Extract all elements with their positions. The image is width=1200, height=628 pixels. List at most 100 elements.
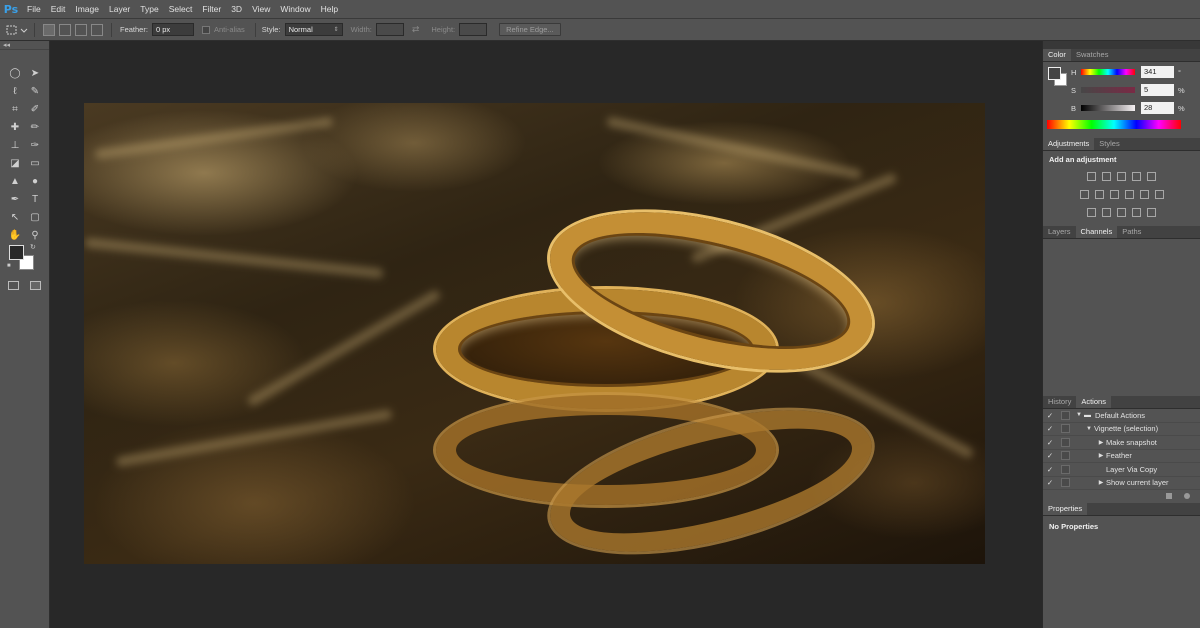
eyedropper-tool-icon[interactable]: ✐ bbox=[25, 100, 45, 118]
type-tool-icon[interactable]: T bbox=[25, 190, 45, 208]
action-row[interactable]: ✓ ▼ Vignette (selection) bbox=[1043, 423, 1200, 436]
action-row[interactable]: ✓ ▶ Feather bbox=[1043, 450, 1200, 463]
tab-color[interactable]: Color bbox=[1043, 49, 1071, 61]
menu-window[interactable]: Window bbox=[275, 0, 315, 19]
height-input[interactable] bbox=[459, 23, 488, 36]
hue-saturation-icon[interactable] bbox=[1079, 189, 1089, 199]
rectangle-tool-icon[interactable]: ▢ bbox=[25, 208, 45, 226]
menu-help[interactable]: Help bbox=[316, 0, 343, 19]
checkmark-icon[interactable]: ✓ bbox=[1043, 478, 1057, 487]
dodge-tool-icon[interactable]: ● bbox=[25, 172, 45, 190]
path-selection-tool-icon[interactable]: ↖ bbox=[5, 208, 25, 226]
feather-input[interactable]: 0 px bbox=[151, 23, 194, 36]
stop-recording-icon[interactable] bbox=[1166, 493, 1172, 499]
intersect-selection-icon[interactable] bbox=[91, 23, 103, 36]
width-input[interactable] bbox=[375, 23, 404, 36]
dialog-toggle-icon[interactable] bbox=[1061, 451, 1070, 461]
checkmark-icon[interactable]: ✓ bbox=[1043, 451, 1057, 460]
lasso-tool-icon[interactable]: ℓ bbox=[5, 82, 25, 100]
exposure-icon[interactable] bbox=[1132, 171, 1141, 181]
expanded-triangle-icon[interactable]: ▼ bbox=[1084, 426, 1094, 432]
menu-view[interactable]: View bbox=[247, 0, 275, 19]
menu-file[interactable]: File bbox=[22, 0, 46, 19]
curves-icon[interactable] bbox=[1117, 171, 1126, 181]
quick-mask-icon[interactable] bbox=[8, 281, 19, 290]
tab-channels[interactable]: Channels bbox=[1075, 226, 1118, 238]
gradient-map-icon[interactable] bbox=[1132, 207, 1141, 217]
checkmark-icon[interactable]: ✓ bbox=[1043, 424, 1057, 433]
eraser-tool-icon[interactable]: ◪ bbox=[5, 154, 25, 172]
tools-collapse-toggle[interactable]: ◂◂ bbox=[0, 41, 49, 50]
refine-edge-button[interactable]: Refine Edge... bbox=[499, 23, 561, 36]
channel-mixer-icon[interactable] bbox=[1139, 189, 1149, 199]
swap-width-height-icon[interactable]: ⇄ bbox=[412, 24, 420, 35]
tab-actions[interactable]: Actions bbox=[1076, 396, 1111, 408]
record-icon[interactable] bbox=[1184, 493, 1190, 499]
move-tool-icon[interactable]: ➤ bbox=[25, 64, 45, 82]
black-white-icon[interactable] bbox=[1109, 189, 1119, 199]
saturation-slider[interactable] bbox=[1081, 87, 1135, 93]
saturation-input[interactable]: 5 bbox=[1141, 84, 1174, 96]
hue-slider[interactable] bbox=[1081, 69, 1135, 75]
tab-properties[interactable]: Properties bbox=[1043, 503, 1088, 515]
hand-tool-icon[interactable]: ✋ bbox=[5, 226, 25, 244]
threshold-icon[interactable] bbox=[1117, 207, 1126, 217]
tab-styles[interactable]: Styles bbox=[1094, 138, 1124, 150]
menu-3d[interactable]: 3D bbox=[226, 0, 247, 19]
screen-mode-icon[interactable] bbox=[30, 281, 41, 290]
collapsed-triangle-icon[interactable]: ▶ bbox=[1096, 452, 1106, 459]
invert-icon[interactable] bbox=[1087, 207, 1096, 217]
foreground-color-swatch[interactable] bbox=[9, 245, 24, 260]
document-image-gold-bangles[interactable] bbox=[84, 103, 985, 564]
tab-swatches[interactable]: Swatches bbox=[1071, 49, 1114, 61]
style-select[interactable]: Normal ⇕ bbox=[284, 23, 343, 36]
add-to-selection-icon[interactable] bbox=[59, 23, 71, 36]
dialog-toggle-icon[interactable] bbox=[1061, 478, 1070, 488]
spot-healing-brush-icon[interactable]: ✚ bbox=[5, 118, 25, 136]
checkmark-icon[interactable]: ✓ bbox=[1043, 465, 1057, 474]
action-row[interactable]: ✓ ▼ ▬ Default Actions bbox=[1043, 409, 1200, 423]
menu-edit[interactable]: Edit bbox=[46, 0, 71, 19]
brightness-contrast-icon[interactable] bbox=[1087, 171, 1096, 181]
menu-layer[interactable]: Layer bbox=[104, 0, 135, 19]
levels-icon[interactable] bbox=[1102, 171, 1111, 181]
color-fg-swatch[interactable] bbox=[1048, 67, 1061, 80]
swap-colors-icon[interactable]: ↻ bbox=[30, 243, 36, 251]
expanded-triangle-icon[interactable]: ▼ bbox=[1074, 412, 1084, 418]
marquee-tool-preset-icon[interactable] bbox=[6, 24, 28, 36]
quick-selection-tool-icon[interactable]: ✎ bbox=[25, 82, 45, 100]
menu-image[interactable]: Image bbox=[70, 0, 104, 19]
hue-input[interactable]: 341 bbox=[1141, 66, 1174, 78]
tab-adjustments[interactable]: Adjustments bbox=[1043, 138, 1095, 150]
antialias-checkbox[interactable] bbox=[201, 25, 210, 34]
subtract-from-selection-icon[interactable] bbox=[75, 23, 87, 36]
action-row[interactable]: ✓ Layer Via Copy bbox=[1043, 463, 1200, 477]
action-row[interactable]: ✓ ▶ Show current layer bbox=[1043, 477, 1200, 490]
default-colors-icon[interactable]: ■ bbox=[7, 263, 11, 269]
clone-stamp-tool-icon[interactable]: ⊥ bbox=[5, 136, 25, 154]
collapsed-triangle-icon[interactable]: ▶ bbox=[1096, 479, 1106, 486]
tab-history[interactable]: History bbox=[1043, 396, 1076, 408]
color-spectrum-ramp[interactable] bbox=[1047, 120, 1181, 129]
tab-paths[interactable]: Paths bbox=[1117, 226, 1146, 238]
checkmark-icon[interactable]: ✓ bbox=[1043, 411, 1057, 420]
brush-tool-icon[interactable]: ✏ bbox=[25, 118, 45, 136]
brightness-input[interactable]: 28 bbox=[1141, 102, 1174, 114]
collapsed-triangle-icon[interactable]: ▶ bbox=[1096, 439, 1106, 446]
history-brush-tool-icon[interactable]: ✑ bbox=[25, 136, 45, 154]
checkmark-icon[interactable]: ✓ bbox=[1043, 438, 1057, 447]
color-balance-icon[interactable] bbox=[1094, 189, 1104, 199]
brightness-slider[interactable] bbox=[1081, 105, 1135, 111]
elliptical-marquee-tool-icon[interactable]: ◯ bbox=[5, 64, 25, 82]
new-selection-icon[interactable] bbox=[43, 23, 55, 36]
tab-layers[interactable]: Layers bbox=[1043, 226, 1076, 238]
posterize-icon[interactable] bbox=[1102, 207, 1111, 217]
color-lookup-icon[interactable] bbox=[1154, 189, 1164, 199]
menu-filter[interactable]: Filter bbox=[197, 0, 226, 19]
dialog-toggle-icon[interactable] bbox=[1061, 437, 1070, 447]
dialog-toggle-icon[interactable] bbox=[1061, 410, 1070, 420]
blur-tool-icon[interactable]: ▲ bbox=[5, 172, 25, 190]
action-row[interactable]: ✓ ▶ Make snapshot bbox=[1043, 436, 1200, 450]
photo-filter-icon[interactable] bbox=[1124, 189, 1134, 199]
pen-tool-icon[interactable]: ✒ bbox=[5, 190, 25, 208]
